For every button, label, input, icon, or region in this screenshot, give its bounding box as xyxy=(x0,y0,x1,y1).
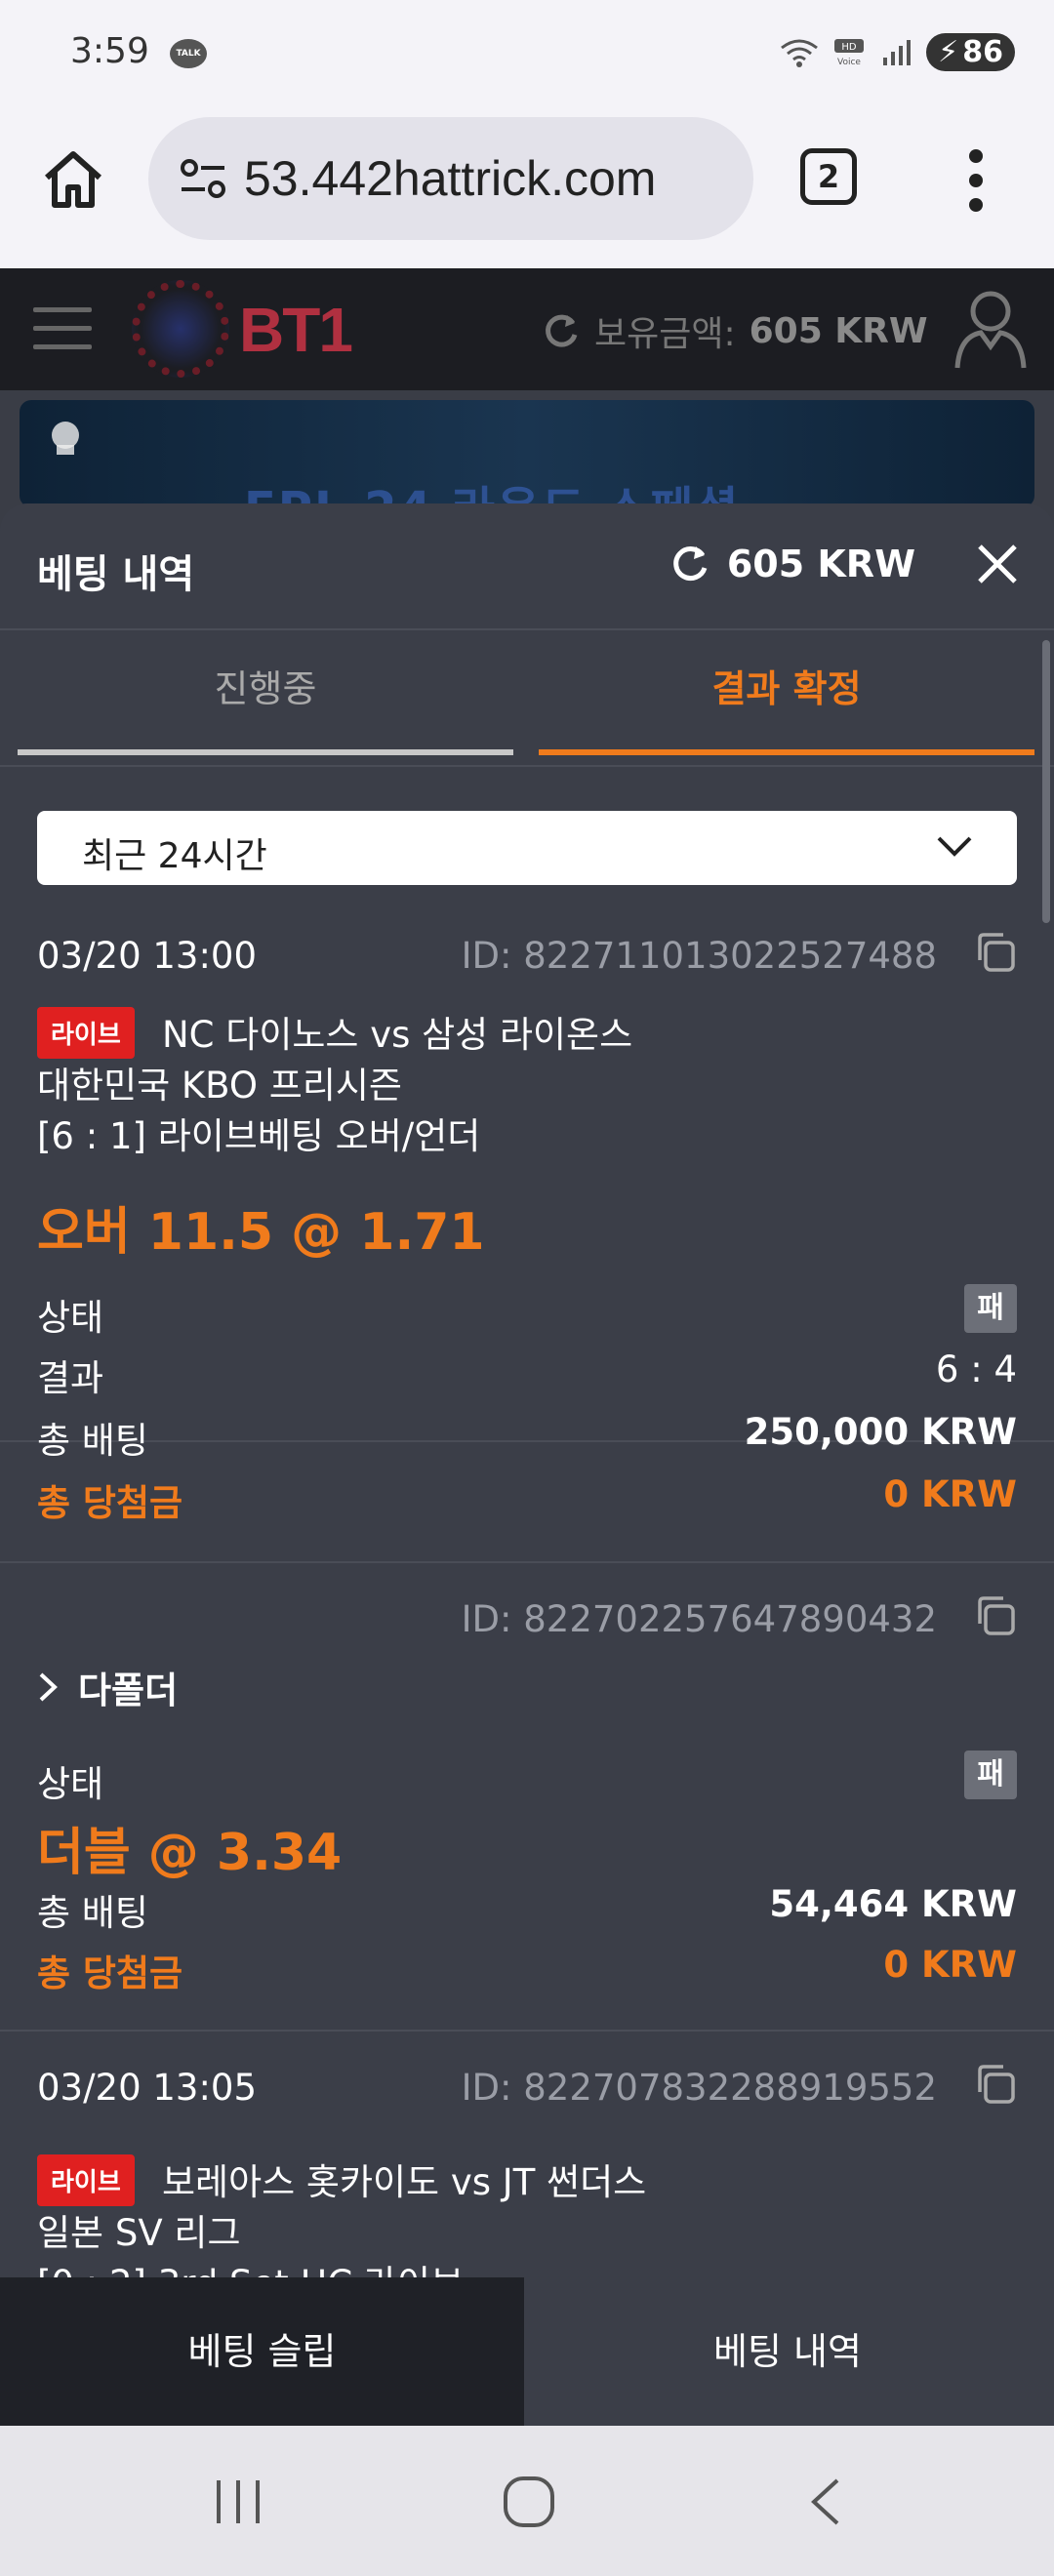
user-icon[interactable] xyxy=(952,288,1030,370)
bet-history-panel: 베팅 내역 605 KRW 진행중 결과 확정 최근 24시간 03/20 13… xyxy=(0,503,1054,2426)
stake-label: 총 배팅 xyxy=(37,1892,148,1934)
balance-label: 보유금액: xyxy=(594,314,736,354)
panel-title: 베팅 내역 xyxy=(37,552,195,597)
tab-in-progress[interactable]: 진행중 xyxy=(18,630,513,755)
home-nav-icon[interactable] xyxy=(502,2475,556,2529)
status-label: 상태 xyxy=(37,1297,104,1339)
stake-value: 54,464 KRW xyxy=(769,1883,1017,1925)
bet-id: ID: 822707832288919552 xyxy=(461,2067,937,2109)
live-badge: 라이브 xyxy=(37,1007,135,1059)
panel-header: 베팅 내역 605 KRW xyxy=(0,503,1054,630)
back-icon[interactable] xyxy=(804,2475,847,2529)
wifi-icon xyxy=(781,39,819,67)
payout-label: 총 당첨금 xyxy=(37,1952,183,1994)
chevron-right-icon xyxy=(39,1672,58,1702)
stake-value: 250,000 KRW xyxy=(744,1411,1017,1453)
bet-pick: 더블 @ 3.34 xyxy=(37,1824,343,1882)
copy-icon[interactable] xyxy=(974,1594,1017,1637)
promo-banner[interactable]: EPL 24 라운드 스페셜 xyxy=(20,400,1034,507)
multi-bet-label: 다폴더 xyxy=(78,1670,179,1711)
bet-pick: 오버 11.5 @ 1.71 xyxy=(37,1203,485,1262)
charging-icon: ⚡ xyxy=(938,35,959,69)
banner-text: EPL 24 라운드 스페셜 xyxy=(244,470,740,507)
more-vert-icon[interactable] xyxy=(966,148,986,213)
logo-text: BT1 xyxy=(239,295,353,365)
panel-actions: 605 KRW xyxy=(669,537,1025,591)
signal-icon xyxy=(883,39,912,65)
chevron-down-icon xyxy=(937,836,972,857)
hd-voice-icon: HD Voice xyxy=(834,38,865,67)
copy-icon[interactable] xyxy=(974,2063,1017,2106)
tab-settled[interactable]: 결과 확정 xyxy=(539,630,1034,755)
kakaotalk-icon: TALK xyxy=(170,39,207,68)
copy-icon[interactable] xyxy=(974,931,1017,974)
url-text: 53.442hattrick.com xyxy=(244,151,657,206)
panel-balance: 605 KRW xyxy=(726,543,915,585)
payout-value: 0 KRW xyxy=(883,1944,1017,1986)
divider xyxy=(0,2030,1054,2032)
bet-card: 03/20 13:00 ID: 822711013022527488 라이브 N… xyxy=(0,898,1054,1462)
bet-id: ID: 822702257647890432 xyxy=(461,1598,937,1640)
league-name: 일본 SV 리그 xyxy=(37,2212,241,2254)
tab-switcher-button[interactable]: 2 xyxy=(800,148,857,205)
payout-label: 총 당첨금 xyxy=(37,1482,183,1524)
svg-text:HD: HD xyxy=(842,42,858,53)
recent-apps-icon[interactable] xyxy=(209,2475,267,2529)
logo-emblem xyxy=(132,280,229,378)
divider xyxy=(0,1561,1054,1563)
home-icon[interactable] xyxy=(39,144,107,213)
battery-indicator: ⚡ 86 xyxy=(926,33,1015,71)
tab-bet-history[interactable]: 베팅 내역 xyxy=(524,2277,1051,2426)
match-name: 보레아스 홋카이도 vs JT 썬더스 xyxy=(162,2161,647,2203)
bet-date: 03/20 13:05 xyxy=(37,2067,258,2109)
address-bar[interactable]: 53.442hattrick.com xyxy=(148,117,753,240)
system-nav-bar xyxy=(0,2426,1054,2576)
balance-value: 605 KRW xyxy=(749,310,928,351)
result-value: 6 : 4 xyxy=(935,1348,1017,1390)
status-tabs: 진행중 결과 확정 xyxy=(0,630,1054,767)
match-name: NC 다이노스 vs 삼성 라이온스 xyxy=(162,1014,633,1056)
period-select[interactable]: 최근 24시간 xyxy=(37,811,1017,885)
header-balance: 보유금액: 605 KRW xyxy=(542,305,928,356)
site-settings-icon[interactable] xyxy=(178,156,228,201)
tab-bet-slip[interactable]: 베팅 슬립 xyxy=(0,2277,524,2426)
league-name: 대한민국 KBO 프리시즌 xyxy=(37,1065,402,1107)
live-badge: 라이브 xyxy=(37,2154,135,2206)
status-badge: 패 xyxy=(964,1284,1017,1333)
period-select-value: 최근 24시간 xyxy=(82,836,267,876)
result-label: 결과 xyxy=(37,1357,104,1399)
status-bar: 3:59 TALK HD Voice ⚡ 86 xyxy=(0,0,1054,107)
bottom-tab-bar: 베팅 슬립 베팅 내역 xyxy=(0,2277,1054,2426)
scrollbar[interactable] xyxy=(1042,640,1050,923)
market-name: [6 : 1] 라이브베팅 오버/언더 xyxy=(37,1115,481,1157)
bet-date: 03/20 13:00 xyxy=(37,935,258,977)
battery-level: 86 xyxy=(962,35,1003,69)
premier-league-icon xyxy=(52,422,79,455)
status-badge: 패 xyxy=(964,1751,1017,1799)
multi-bet-toggle[interactable]: 다폴더 xyxy=(37,1661,178,1713)
site-header: BT1 보유금액: 605 KRW xyxy=(0,268,1054,390)
bet-id: ID: 822711013022527488 xyxy=(461,935,937,977)
clock: 3:59 xyxy=(70,31,149,71)
refresh-icon[interactable] xyxy=(542,311,581,350)
close-icon[interactable] xyxy=(970,537,1025,591)
svg-text:Voice: Voice xyxy=(837,58,861,67)
payout-value: 0 KRW xyxy=(883,1473,1017,1515)
browser-toolbar: 53.442hattrick.com 2 xyxy=(0,107,1054,268)
site-logo[interactable]: BT1 xyxy=(132,280,385,378)
menu-icon[interactable] xyxy=(33,307,92,350)
status-icons: HD Voice ⚡ 86 xyxy=(780,33,1015,71)
stake-label: 총 배팅 xyxy=(37,1420,148,1462)
refresh-icon[interactable] xyxy=(669,543,711,585)
status-label: 상태 xyxy=(37,1763,104,1805)
